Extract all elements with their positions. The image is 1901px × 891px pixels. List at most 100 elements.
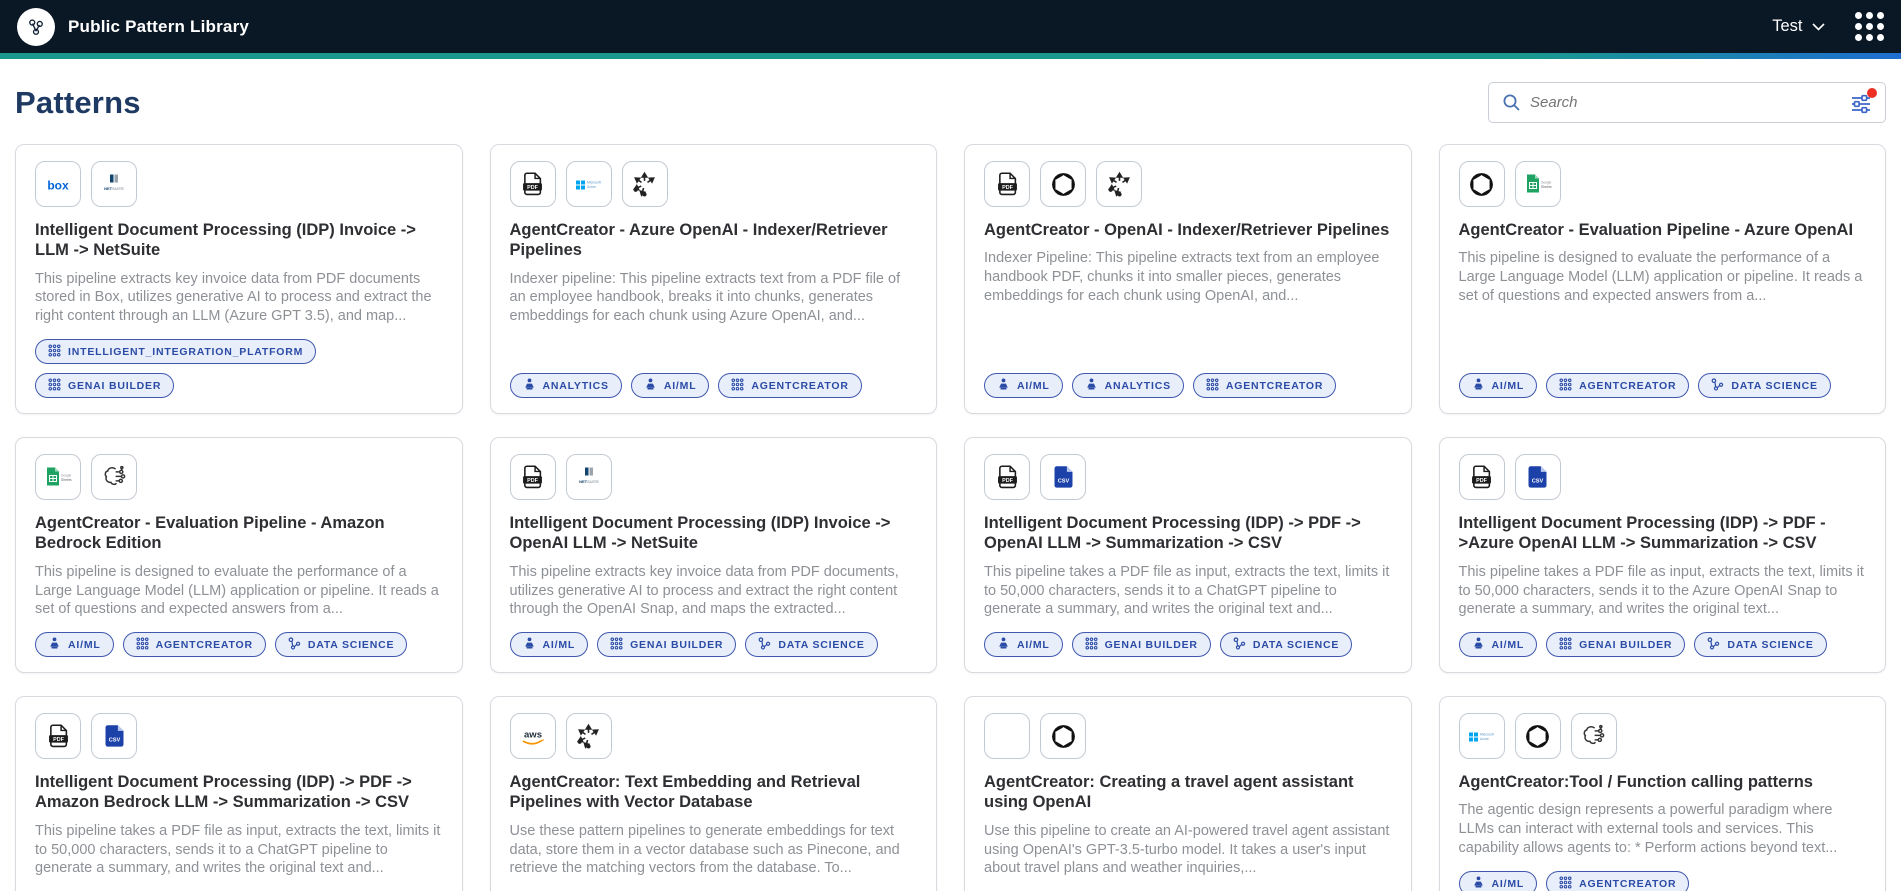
pattern-card[interactable]: aws AgentCreator: Text Embedding and Ret… [489,696,937,891]
tag-molecule-icon [758,637,771,653]
filter-button[interactable] [1849,87,1877,115]
tag-person-icon [644,378,657,393]
pattern-card[interactable]: PDF CSV Intelligent Document Processing (… [964,437,1412,674]
tag-pill[interactable]: AI/ML [630,373,710,399]
tag-pill[interactable]: AI/ML [1458,871,1538,891]
pattern-title: Intelligent Document Processing (IDP) ->… [1458,514,1826,553]
csv-file-icon: CSV [1514,454,1561,501]
tag-molecule-icon [1711,377,1724,394]
netsuite-logo-icon: NETSUITE [565,454,612,501]
tag-pill[interactable]: DATA SCIENCE [745,632,878,658]
pattern-card[interactable]: AgentCreator: Creating a travel agent as… [964,696,1412,891]
pattern-card[interactable]: PDF NETSUITE Intelligent Document Process… [489,437,937,674]
top-navigation-bar: Public Pattern Library Test [0,0,1901,53]
tag-pill[interactable]: GENAI BUILDER [1546,632,1686,658]
pattern-card[interactable]: Google Sheets AgentCreator - Evaluation P… [15,437,463,674]
tag-pill[interactable]: INTELLIGENT_INTEGRATION_PLATFORM [35,339,317,365]
search-icon [1503,94,1520,111]
tag-pill[interactable]: GENAI BUILDER [597,632,737,658]
openai-logo-icon [1458,161,1505,207]
tag-pill[interactable]: ANALYTICS [1071,373,1184,399]
pdf-file-icon: PDF [1458,454,1505,501]
tag-pill[interactable]: ANALYTICS [509,373,622,399]
svg-text:PDF: PDF [1002,477,1013,483]
tag-person-icon [523,378,536,393]
pattern-description: This pipeline takes a PDF file as input,… [984,563,1390,618]
search-input[interactable] [1530,94,1849,111]
tag-pill[interactable]: AGENTCREATOR [1546,373,1690,399]
arrows-circle-icon [565,713,612,760]
pattern-title: AgentCreator - OpenAI - Indexer/Retrieve… [984,221,1390,239]
pattern-description: Indexer Pipeline: This pipeline extracts… [984,250,1380,304]
pattern-card[interactable]: box NETSUITE Intelligent Document Process… [15,144,463,415]
tag-pill[interactable]: AGENTCREATOR [122,632,266,658]
tag-label: GENAI BUILDER [1579,638,1673,651]
tag-pill[interactable]: AGENTCREATOR [1192,373,1337,399]
pattern-title: Intelligent Document Processing (IDP) ->… [35,773,412,812]
account-dropdown[interactable]: Test [1772,17,1825,36]
tag-label: DATA SCIENCE [1727,638,1814,651]
svg-text:Sheets: Sheets [61,478,72,482]
pattern-card[interactable]: PDF Microsoft Azure AgentCreator - Azure O… [489,144,937,415]
tag-pill[interactable]: GENAI BUILDER [35,373,175,399]
tag-pill[interactable]: AI/ML [35,632,114,658]
tag-pill[interactable]: AI/ML [509,632,589,658]
pattern-description: This pipeline takes a PDF file as input,… [1458,563,1864,618]
tag-pill[interactable]: DATA SCIENCE [1694,632,1827,658]
pdf-file-icon: PDF [984,161,1030,207]
netsuite-logo-icon: NETSUITE [91,161,137,207]
pattern-description: This pipeline is designed to evaluate th… [35,563,439,618]
tag-pill[interactable]: AGENTCREATOR [718,373,862,399]
arrows-circle-icon [1096,161,1142,207]
snaplogic-logo-icon [17,7,55,46]
tag-label: INTELLIGENT_INTEGRATION_PLATFORM [68,345,304,358]
pattern-card[interactable]: PDF CSV Intelligent Document Processing (… [1438,437,1886,674]
pattern-description: This pipeline extracts key invoice data … [35,270,432,325]
pattern-card[interactable]: Google Sheets AgentCreator - Evaluation P… [1438,144,1886,415]
tag-label: AI/ML [68,638,101,651]
tag-pill[interactable]: GENAI BUILDER [1071,632,1211,658]
search-box [1488,82,1886,123]
svg-text:Google: Google [61,473,72,477]
pattern-card[interactable]: PDF AgentCreator - OpenAI - Indexer/Retr… [964,144,1412,415]
accent-divider [0,53,1901,59]
tag-label: ANALYTICS [1104,379,1171,392]
pattern-title: AgentCreator - Evaluation Pipeline - Azu… [1458,221,1854,239]
pattern-card[interactable]: PDF CSV Intelligent Document Processing (… [15,696,463,891]
tag-pill[interactable]: AI/ML [984,632,1063,658]
pdf-file-icon: PDF [35,713,81,760]
tag-pill[interactable]: DATA SCIENCE [1219,632,1353,658]
tag-label: AGENTCREATOR [155,638,253,651]
tag-label: AGENTCREATOR [1225,379,1324,392]
tag-pill[interactable]: AI/ML [1458,632,1538,658]
pdf-file-icon: PDF [984,454,1030,501]
pattern-description: This pipeline takes a PDF file as input,… [35,822,441,877]
svg-text:Azure: Azure [587,185,596,189]
tag-pill[interactable]: AI/ML [1458,373,1538,399]
tag-grid-icon [1559,875,1572,891]
tag-person-icon [1472,378,1485,393]
tag-pill[interactable]: AGENTCREATOR [1546,871,1690,891]
apps-launcher-button[interactable] [1854,11,1884,42]
tag-label: GENAI BUILDER [1104,638,1198,651]
tag-label: DATA SCIENCE [778,638,865,651]
brain-circuit-icon [91,454,137,501]
svg-text:Microsoft: Microsoft [587,180,601,184]
svg-text:Microsoft: Microsoft [1480,732,1494,736]
pattern-card[interactable]: Microsoft Azure AgentCreator:Tool / Funct… [1438,696,1886,891]
csv-file-icon: CSV [91,713,137,760]
svg-text:aws: aws [524,729,542,740]
pattern-description: This pipeline extracts key invoice data … [509,563,899,618]
pdf-file-icon: PDF [509,454,556,501]
pattern-description: This pipeline is designed to evaluate th… [1458,250,1863,304]
pattern-description: Indexer pipeline: This pipeline extracts… [509,270,901,325]
tag-pill[interactable]: DATA SCIENCE [1698,373,1831,399]
tag-pill[interactable]: DATA SCIENCE [274,632,408,658]
microsoft-azure-logo-icon: Microsoft Azure [1458,713,1505,760]
tag-grid-icon [1206,378,1219,394]
svg-text:CSV: CSV [1057,478,1069,484]
tag-pill[interactable]: AI/ML [984,373,1063,399]
openai-logo-icon [1040,713,1086,760]
tag-label: AI/ML [542,638,576,651]
tag-label: DATA SCIENCE [1252,638,1340,651]
